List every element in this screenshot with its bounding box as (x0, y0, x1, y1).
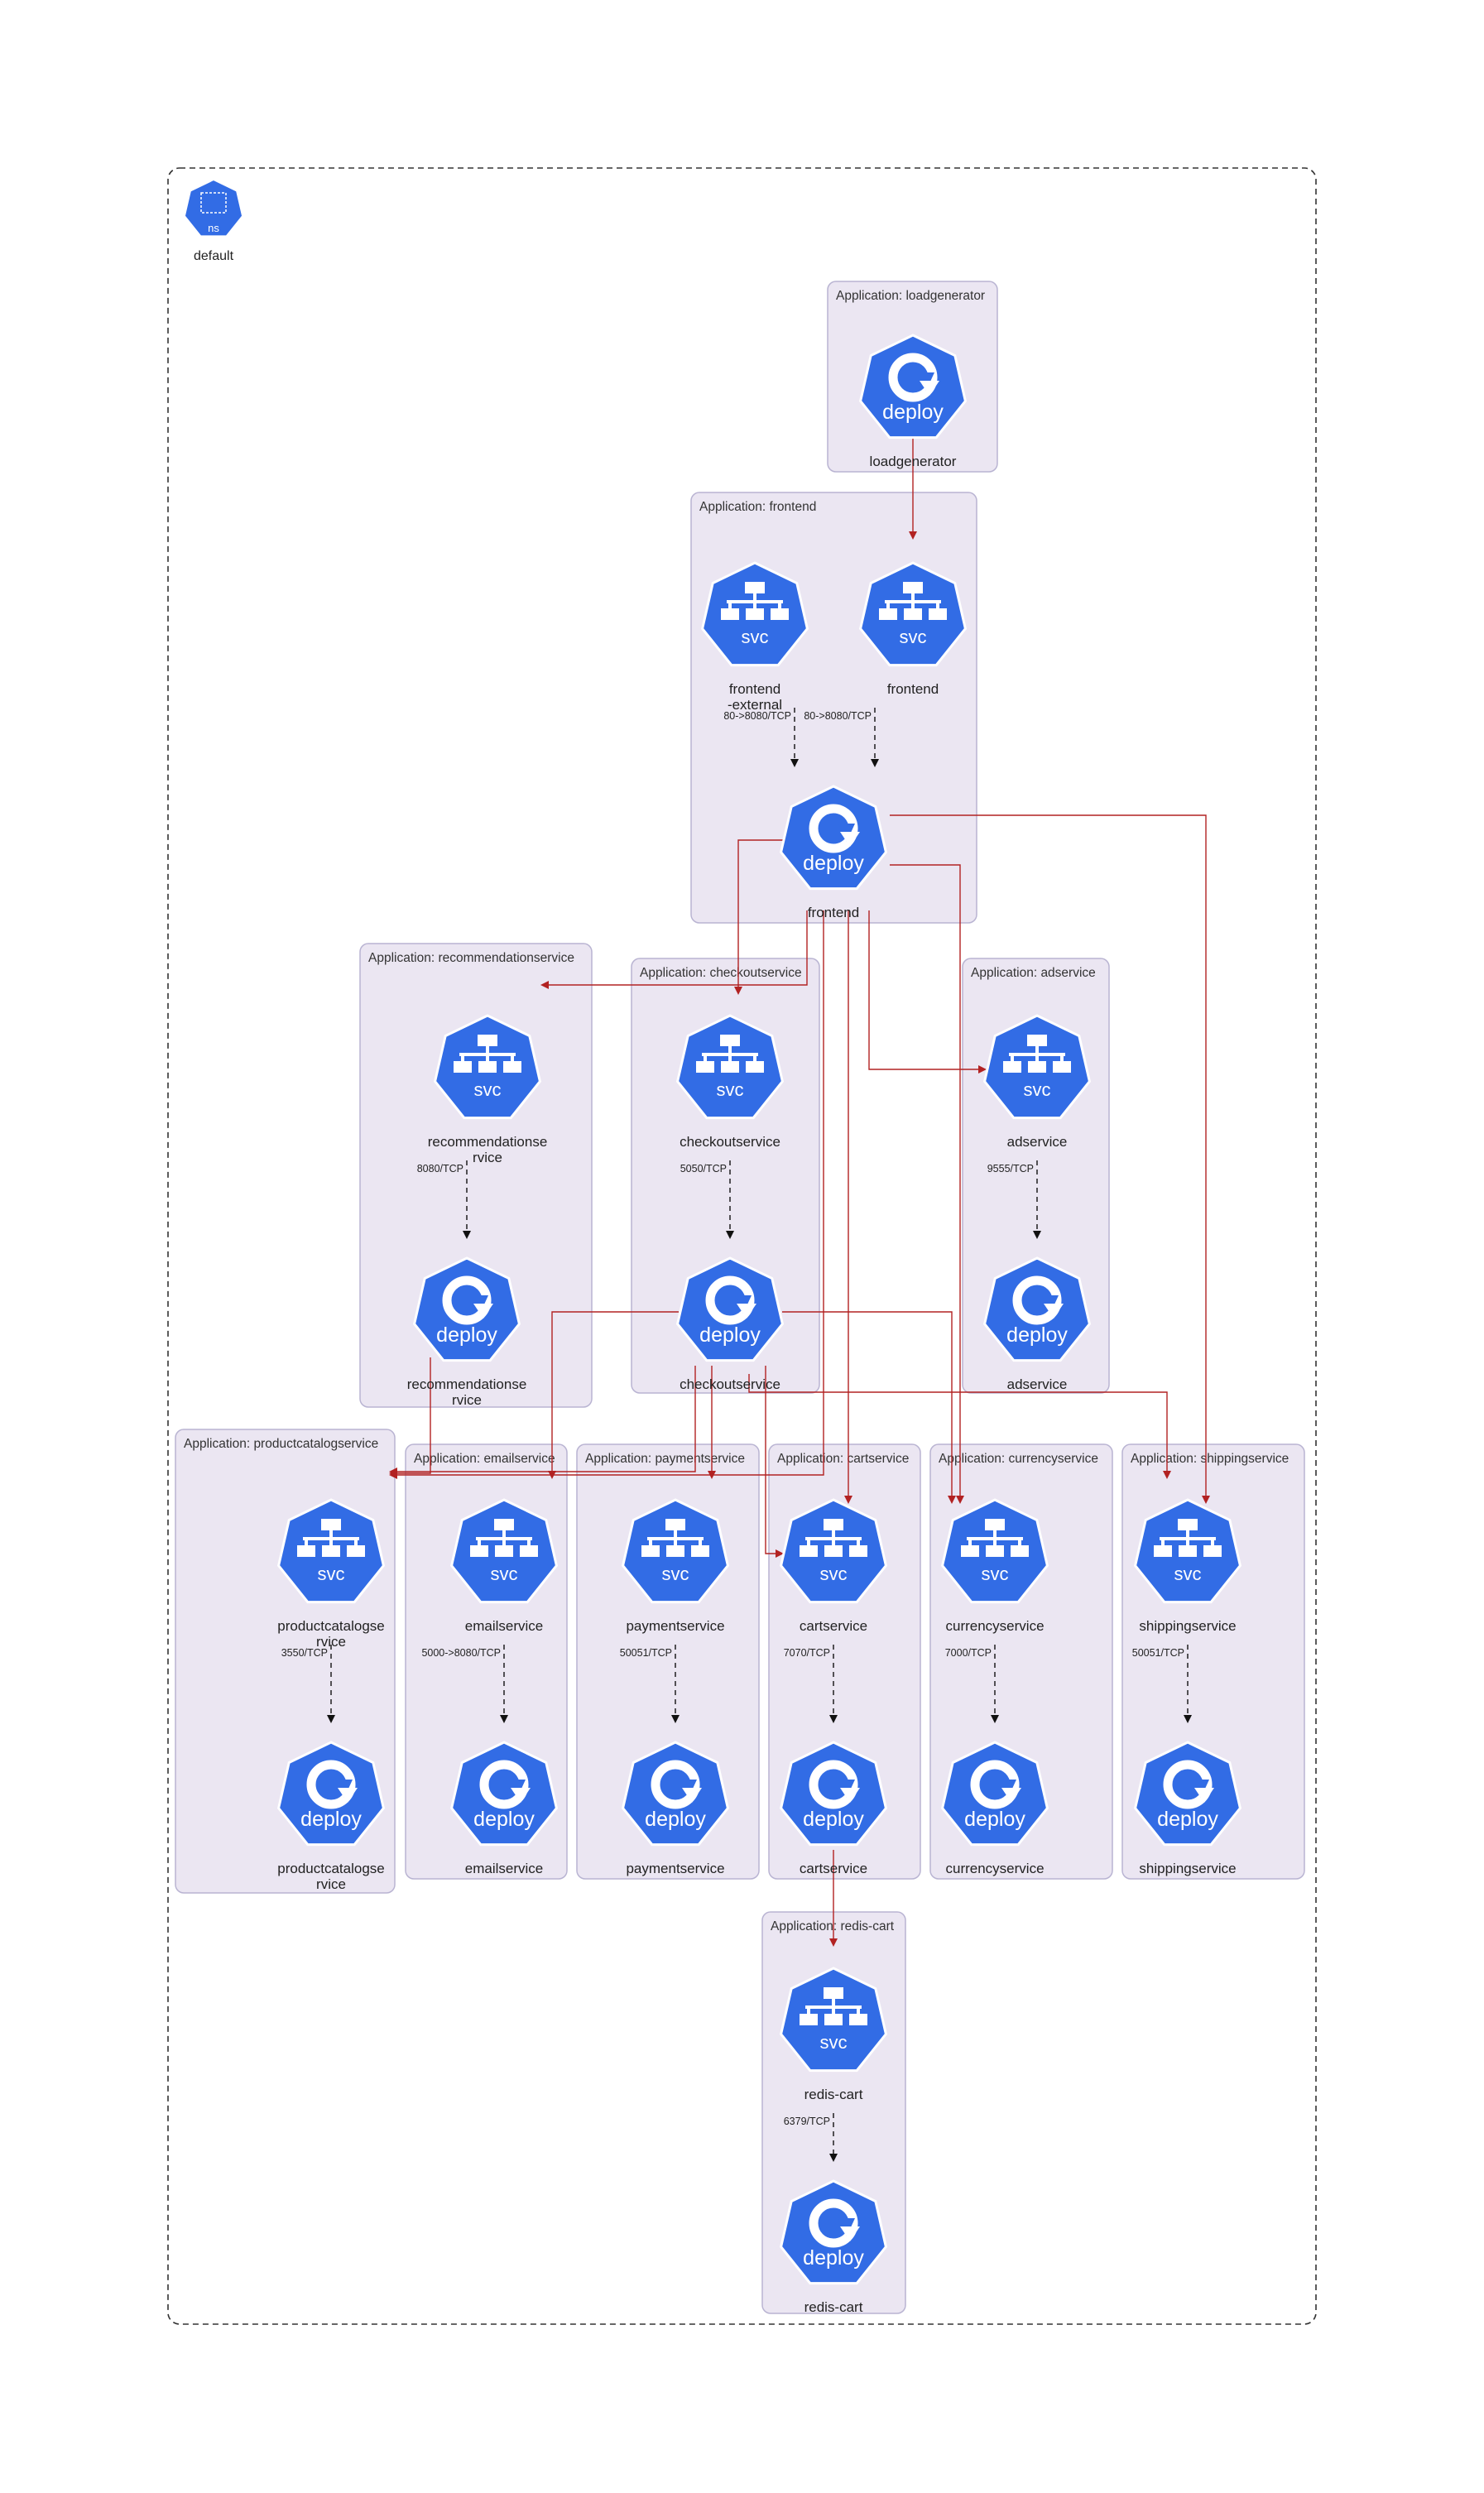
port-label: 7000/TCP (945, 1647, 992, 1659)
kind-text: deploy (803, 2246, 864, 2270)
node-label: productcatalogse (277, 1861, 384, 1876)
cluster-title: Application: adservice (971, 966, 1096, 980)
node-recommendationservice-deploy[interactable]: deploy recommendationservice (407, 1256, 527, 1408)
kind-text: deploy (645, 1808, 706, 1831)
kind-text: deploy (803, 1808, 864, 1831)
kind-text: deploy (1157, 1808, 1218, 1831)
node-label: cartservice (800, 1861, 867, 1876)
traffic-edge (890, 864, 964, 1504)
node-label: paymentservice (626, 1618, 724, 1634)
kind-text: svc (474, 1079, 502, 1100)
node-label: rvice (452, 1392, 482, 1408)
kind-text: svc (820, 1564, 848, 1584)
node-label: shippingservice (1139, 1618, 1236, 1634)
namespace-label: default (194, 249, 234, 263)
node-label: checkoutservice (680, 1376, 780, 1392)
node-label: rvice (316, 1634, 346, 1650)
cluster-title: Application: currencyservice (939, 1452, 1098, 1466)
kind-text: svc (982, 1564, 1009, 1584)
kind-text: deploy (436, 1323, 497, 1347)
node-label: redis-cart (804, 2087, 863, 2102)
node-label: frontend (887, 681, 939, 697)
cluster-title: Application: paymentservice (585, 1452, 745, 1466)
node-label: loadgenerator (870, 454, 957, 469)
node-label: cartservice (800, 1618, 867, 1634)
kind-text: svc (1174, 1564, 1202, 1584)
node-recommendationservice-svc[interactable]: svc recommendationservice (428, 1014, 548, 1165)
port-label: 7070/TCP (784, 1647, 830, 1659)
kind-text: deploy (964, 1808, 1025, 1831)
kind-text: svc (318, 1564, 345, 1584)
kind-text: deploy (300, 1808, 362, 1831)
node-label: recommendationse (428, 1134, 548, 1150)
port-label: 80->8080/TCP (804, 710, 872, 722)
kind-text: svc (1024, 1079, 1051, 1100)
node-productcatalogservice-deploy[interactable]: deploy productcatalogservice (276, 1741, 386, 1892)
node-label: rvice (473, 1150, 502, 1165)
node-label: checkoutservice (680, 1134, 780, 1150)
port-label: 5000->8080/TCP (421, 1647, 501, 1659)
node-label: redis-cart (804, 2299, 863, 2315)
node-label: emailservice (465, 1861, 543, 1876)
kind-text: deploy (1006, 1323, 1068, 1347)
kind-text: svc (742, 627, 769, 647)
namespace-icon: ns (183, 178, 244, 238)
cluster-title: Application: cartservice (777, 1452, 909, 1466)
node-label: shippingservice (1139, 1861, 1236, 1876)
node-label: adservice (1007, 1134, 1068, 1150)
cluster-title: Application: loadgenerator (836, 289, 985, 303)
port-label: 9555/TCP (987, 1163, 1034, 1174)
kind-text: svc (717, 1079, 744, 1100)
architecture-diagram: ns default Application: loadgenerator App… (167, 167, 1317, 2325)
cluster-title: Application: shippingservice (1131, 1452, 1289, 1466)
port-label: 50051/TCP (1132, 1647, 1184, 1659)
kind-text: deploy (882, 401, 944, 424)
node-label: -external (728, 697, 782, 713)
node-label: recommendationse (407, 1376, 527, 1392)
node-label: currencyservice (945, 1861, 1044, 1876)
kind-text: svc (820, 2032, 848, 2053)
node-label: frontend (729, 681, 780, 697)
node-productcatalogservice-svc[interactable]: svc productcatalogservice (276, 1498, 386, 1650)
namespace-icon-text: ns (208, 222, 219, 234)
node-label: frontend (808, 905, 859, 920)
node-label: rvice (316, 1876, 346, 1892)
kind-text: svc (662, 1564, 689, 1584)
node-label: productcatalogse (277, 1618, 384, 1634)
node-label: currencyservice (945, 1618, 1044, 1634)
node-label: paymentservice (626, 1861, 724, 1876)
port-label: 8080/TCP (417, 1163, 463, 1174)
node-label: adservice (1007, 1376, 1068, 1392)
port-label: 5050/TCP (680, 1163, 727, 1174)
cluster-title: Application: frontend (699, 500, 816, 514)
cluster-title: Application: emailservice (414, 1452, 555, 1466)
cluster-title: Application: productcatalogservice (184, 1437, 378, 1451)
kind-text: deploy (473, 1808, 535, 1831)
kind-text: deploy (699, 1323, 761, 1347)
node-label: emailservice (465, 1618, 543, 1634)
kind-text: deploy (803, 852, 864, 875)
cluster-title: Application: checkoutservice (640, 966, 802, 980)
cluster-title: Application: redis-cart (771, 1919, 895, 1933)
cluster-title: Application: recommendationservice (368, 951, 574, 965)
port-label: 50051/TCP (620, 1647, 672, 1659)
kind-text: svc (900, 627, 927, 647)
kind-text: svc (491, 1564, 518, 1584)
port-label: 6379/TCP (784, 2116, 830, 2127)
